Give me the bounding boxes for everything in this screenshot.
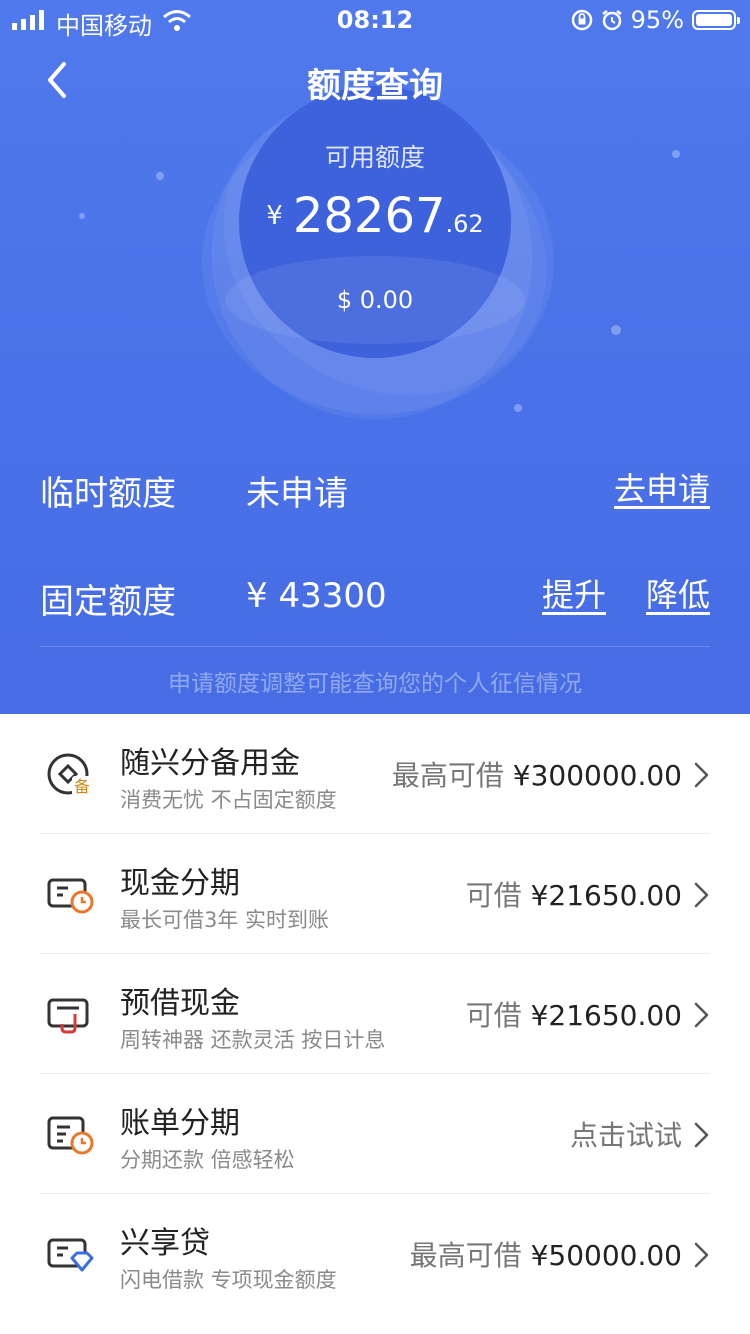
list-item-cash-installment[interactable]: 现金分期 最长可借3年 实时到账 可借 ¥21650.00 — [0, 834, 750, 954]
usd-credit-amount: $ 0.00 — [336, 286, 414, 314]
credit-inquiry-notice: 申请额度调整可能查询您的个人征信情况 — [168, 671, 582, 697]
amount-decimal: .62 — [445, 210, 484, 238]
status-right: 95% — [571, 6, 740, 34]
fixed-credit-value: ¥ 43300 — [246, 576, 387, 616]
limit-value: ¥50000.00 — [530, 1239, 682, 1272]
decrease-credit-link[interactable]: 降低 — [646, 570, 710, 616]
list-item-bill-installment[interactable]: 账单分期 分期还款 倍感轻松 点击试试 — [0, 1074, 750, 1194]
card-clock-icon — [47, 878, 94, 914]
product-limit: 可借 ¥21650.00 — [466, 994, 682, 1034]
limit-prefix: 最高可借 — [409, 1239, 522, 1272]
product-title: 预借现金 — [120, 986, 240, 1021]
nav-bar: 额度查询 — [0, 40, 750, 120]
product-title: 账单分期 — [120, 1106, 240, 1141]
alarm-icon — [601, 10, 622, 31]
chevron-right-icon — [694, 1002, 709, 1028]
apply-temporary-link[interactable]: 去申请 — [614, 464, 710, 510]
bill-clock-icon — [47, 1116, 94, 1155]
try-now-text: 点击试试 — [569, 1119, 682, 1152]
credit-hero: 中国移动 08:12 95% 额度查询 可用额度 ¥28267.62 $ 0.0… — [0, 0, 750, 714]
limit-value: ¥300000.00 — [512, 759, 682, 792]
rotation-lock-icon — [571, 9, 592, 31]
product-limit: 可借 ¥21650.00 — [466, 874, 682, 914]
product-action: 点击试试 — [570, 1114, 682, 1154]
page-title: 额度查询 — [307, 66, 443, 106]
battery-percent: 95% — [630, 6, 684, 34]
product-subtitle: 消费无忧 不占固定额度 — [120, 788, 337, 812]
increase-credit-link[interactable]: 提升 — [542, 570, 606, 616]
limit-prefix: 最高可借 — [391, 759, 504, 792]
product-subtitle: 闪电借款 专项现金额度 — [120, 1268, 337, 1292]
list-item-cash-advance[interactable]: 预借现金 周转神器 还款灵活 按日计息 可借 ¥21650.00 — [0, 954, 750, 1074]
product-limit: 最高可借 ¥50000.00 — [410, 1234, 682, 1274]
list-item-xing-loan[interactable]: 兴享贷 闪电借款 专项现金额度 最高可借 ¥50000.00 — [0, 1194, 750, 1314]
chevron-right-icon — [694, 762, 709, 788]
limit-value: ¥21650.00 — [530, 879, 682, 912]
card-cash-icon — [47, 998, 89, 1034]
product-list: 备 随兴分备用金 消费无忧 不占固定额度 最高可借 ¥300000.00 现金分… — [0, 714, 750, 1314]
limit-prefix: 可借 — [465, 879, 522, 912]
chevron-right-icon — [694, 882, 709, 908]
product-limit: 最高可借 ¥300000.00 — [392, 754, 682, 794]
currency-symbol: ¥ — [266, 201, 283, 231]
product-title: 随兴分备用金 — [120, 746, 300, 781]
svg-text:备: 备 — [74, 777, 90, 796]
reserve-fund-icon: 备 — [47, 753, 92, 796]
status-bar: 中国移动 08:12 95% — [0, 0, 750, 40]
fixed-credit-label: 固定额度 — [40, 582, 176, 622]
product-title: 兴享贷 — [120, 1226, 210, 1261]
limit-prefix: 可借 — [465, 999, 522, 1032]
chevron-right-icon — [694, 1242, 709, 1268]
amount-integer: 28267 — [292, 188, 446, 244]
battery-icon — [692, 10, 740, 30]
product-subtitle: 分期还款 倍感轻松 — [120, 1148, 295, 1172]
available-credit-amount: ¥28267.62 — [0, 188, 750, 244]
temporary-credit-value: 未申请 — [246, 474, 348, 514]
card-diamond-icon — [47, 1238, 94, 1272]
limit-value: ¥21650.00 — [530, 999, 682, 1032]
temporary-credit-label: 临时额度 — [40, 474, 176, 514]
hero-divider — [40, 646, 710, 647]
product-subtitle: 最长可借3年 实时到账 — [120, 908, 330, 932]
product-subtitle: 周转神器 还款灵活 按日计息 — [120, 1028, 386, 1052]
available-credit-label: 可用额度 — [324, 143, 425, 172]
chevron-right-icon — [694, 1122, 709, 1148]
list-item-reserve-fund[interactable]: 备 随兴分备用金 消费无忧 不占固定额度 最高可借 ¥300000.00 — [0, 714, 750, 834]
product-title: 现金分期 — [120, 866, 240, 901]
